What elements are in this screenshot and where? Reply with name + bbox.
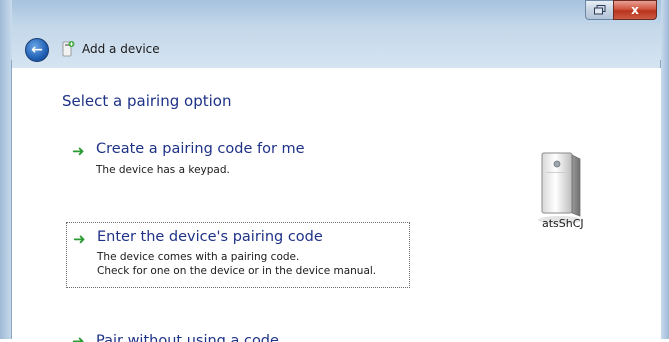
close-button[interactable]: x [613,0,657,20]
option-description: The device has a keypad. [96,164,230,176]
option-description: The device comes with a pairing code. [97,251,300,263]
back-button[interactable]: ← [25,38,49,62]
window-title: Add a device [82,42,160,56]
green-arrow-icon: ➜ [73,230,86,248]
green-arrow-icon: ➜ [72,332,85,342]
green-arrow-icon: ➜ [72,142,85,160]
option-create-pairing-code[interactable]: ➜ Create a pairing code for me The devic… [66,140,406,190]
title-bar [0,0,669,68]
option-title: Pair without using a code [96,333,279,342]
option-enter-pairing-code[interactable]: ➜ Enter the device's pairing code The de… [66,222,410,288]
add-device-window: ← Add a device x Select a pairing option… [0,0,669,342]
device-name: atsShCJ [542,217,584,230]
option-title: Enter the device's pairing code [97,229,323,245]
close-icon: x [631,3,639,17]
add-device-icon [62,41,75,57]
page-heading: Select a pairing option [62,92,232,110]
window-frame-right [661,0,669,339]
option-title: Create a pairing code for me [96,141,305,157]
content-area: Select a pairing option ➜ Create a pairi… [12,68,661,342]
option-pair-without-code[interactable]: ➜ Pair without using a code [66,330,406,342]
back-arrow-icon: ← [31,42,43,58]
option-description: Check for one on the device or in the de… [97,265,377,277]
restore-button[interactable] [585,0,613,20]
caption-buttons: x [585,0,657,22]
restore-icon [593,5,605,15]
